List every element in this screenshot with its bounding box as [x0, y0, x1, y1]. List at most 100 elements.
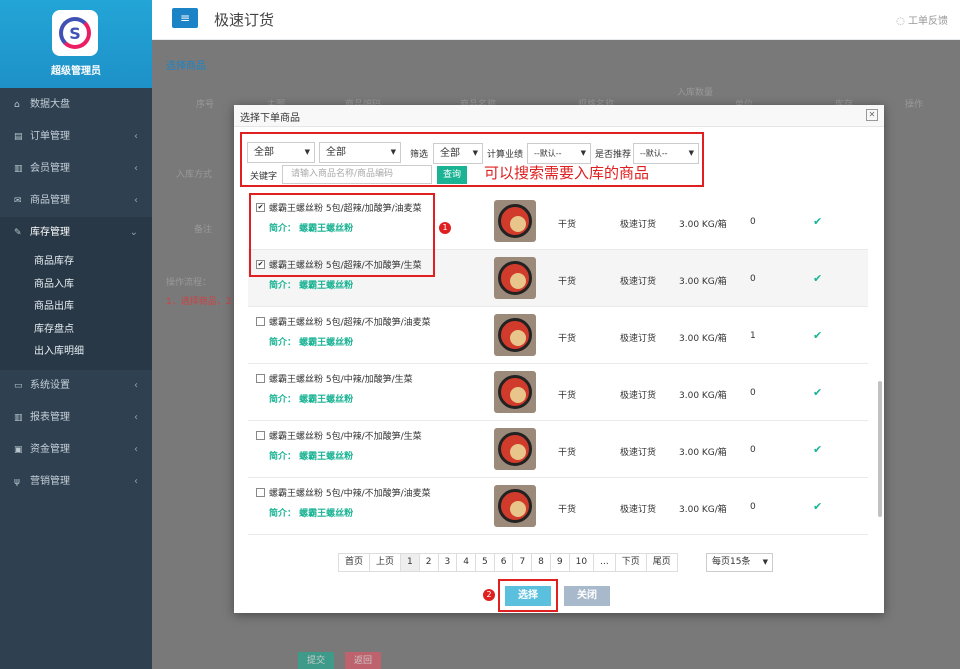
page-first[interactable]: 首页 [338, 553, 371, 572]
page-6[interactable]: 6 [493, 553, 514, 572]
row-checkbox[interactable] [256, 317, 265, 326]
edit-icon: ✎ [14, 228, 22, 238]
sidebar-item-funds[interactable]: ▣ 资金管理 ‹ [0, 434, 152, 466]
sidebar-item-members[interactable]: ▥ 会员管理 ‹ [0, 153, 152, 185]
status-check-icon: ✔ [813, 329, 823, 342]
product-channel: 极速订货 [620, 220, 657, 230]
table-row[interactable]: 螺霸王螺丝粉 5包/中辣/加酸笋/生菜 简介： 螺霸王螺丝粉 干货 极速订货 3… [248, 364, 868, 421]
product-spec: 3.00 KG/箱 [679, 334, 727, 344]
chevron-left-icon: ‹ [134, 131, 138, 142]
product-stock: 1 [750, 331, 756, 341]
modal-close-button[interactable]: ✕ [866, 109, 878, 121]
product-channel: 极速订货 [620, 448, 657, 458]
sidebar-item-orders[interactable]: ▤ 订单管理 ‹ [0, 121, 152, 153]
row-checkbox[interactable] [256, 374, 265, 383]
product-image [494, 371, 536, 413]
chevron-left-icon: ‹ [134, 379, 138, 391]
status-check-icon: ✔ [813, 215, 823, 228]
product-type: 干货 [558, 391, 577, 401]
caret-down-icon: ▼ [762, 558, 768, 566]
table-row[interactable]: 螺霸王螺丝粉 5包/中辣/不加酸笋/生菜 简介： 螺霸王螺丝粉 干货 极速订货 … [248, 421, 868, 478]
sidebar-item-dashboard[interactable]: ⌂ 数据大盘 [0, 89, 152, 121]
chevron-left-icon: ‹ [134, 475, 138, 487]
page-2[interactable]: 2 [418, 553, 439, 572]
modal-title: 选择下单商品 [240, 113, 300, 124]
page-next[interactable]: 下页 [614, 553, 647, 572]
sidebar-nav: ⌂ 数据大盘 ▤ 订单管理 ‹ ▥ 会员管理 ‹ ✉ 商品管理 ‹ ✎ 库存管理 ⌄ [0, 89, 152, 249]
pagination: 首页 上页 1 2 3 4 5 6 7 8 9 10 ... 下页 尾页 [338, 553, 678, 572]
page-3[interactable]: 3 [437, 553, 458, 572]
chevron-down-icon: ⌄ [129, 227, 138, 238]
product-type: 干货 [558, 448, 577, 458]
section-title: 选择商品 [166, 61, 206, 72]
sidebar: S 超级管理员 ⌂ 数据大盘 ▤ 订单管理 ‹ ▥ 会员管理 ‹ ✉ 商品管理 ‹ ✎ 库存管理… [0, 0, 152, 669]
menu-toggle-button[interactable]: ≡ [172, 8, 198, 28]
page-8[interactable]: 8 [531, 553, 551, 572]
per-page-select[interactable]: 每页15条 ▼ [706, 553, 773, 572]
chevron-left-icon: ‹ [134, 195, 138, 206]
col-qty: 入库数量 [677, 88, 714, 98]
page-1[interactable]: 1 [400, 553, 420, 572]
product-type: 干货 [558, 334, 577, 344]
product-brief: 简介： 螺霸王螺丝粉 [269, 338, 354, 348]
sidebar-item-settings[interactable]: ▭ 系统设置 ‹ [0, 370, 152, 402]
page-last[interactable]: 尾页 [645, 553, 678, 572]
product-brief: 简介： 螺霸王螺丝粉 [269, 395, 354, 405]
page-9[interactable]: 9 [549, 553, 570, 572]
page-prev[interactable]: 上页 [369, 553, 402, 572]
desktop-icon: ▭ [14, 380, 23, 391]
product-spec: 3.00 KG/箱 [679, 220, 727, 230]
close-icon: ✕ [868, 110, 876, 119]
page-ellipsis: ... [593, 553, 616, 572]
submenu-stocktake[interactable]: 库存盘点 [0, 319, 152, 342]
product-type: 干货 [558, 220, 577, 230]
chevron-left-icon: ‹ [134, 411, 138, 423]
table-row[interactable]: 螺霸王螺丝粉 5包/中辣/不加酸笋/油麦菜 简介： 螺霸王螺丝粉 干货 极速订货… [248, 478, 868, 535]
back-button[interactable]: 返回 [345, 652, 381, 669]
submenu-inbound[interactable]: 商品入库 [0, 274, 152, 297]
chat-icon: ◌ [896, 16, 908, 27]
product-image [494, 314, 536, 356]
product-name: 螺霸王螺丝粉 5包/中辣/不加酸笋/生菜 [269, 432, 422, 442]
product-channel: 极速订货 [620, 277, 657, 287]
hamburger-icon: ≡ [179, 11, 191, 25]
product-image [494, 257, 536, 299]
page-4[interactable]: 4 [456, 553, 476, 572]
product-stock: 0 [750, 217, 756, 227]
sidebar-item-marketing[interactable]: ψ 营销管理 ‹ [0, 466, 152, 498]
submenu-outbound[interactable]: 商品出库 [0, 296, 152, 319]
submenu-details[interactable]: 出入库明细 [0, 341, 152, 364]
sidebar-item-reports[interactable]: ▥ 报表管理 ‹ [0, 402, 152, 434]
product-stock: 0 [750, 502, 756, 512]
submit-button[interactable]: 提交 [298, 652, 334, 669]
sidebar-item-inventory[interactable]: ✎ 库存管理 ⌄ [0, 217, 152, 249]
select-product-modal: 选择下单商品 ✕ 全部 ▼ 全部 ▼ 筛选 全部 ▼ 计算业绩 --默认-- ▼ 是否推… [234, 105, 884, 613]
status-check-icon: ✔ [813, 386, 823, 399]
submenu-stock[interactable]: 商品库存 [0, 251, 152, 274]
sidebar-nav-lower: ▭ 系统设置 ‹ ▥ 报表管理 ‹ ▣ 资金管理 ‹ ψ 营销管理 ‹ [0, 370, 152, 498]
sidebar-item-products[interactable]: ✉ 商品管理 ‹ [0, 185, 152, 217]
select-highlight-box [498, 579, 558, 612]
product-brief: 简介： 螺霸王螺丝粉 [269, 452, 354, 462]
logo: S [52, 10, 98, 56]
page-7[interactable]: 7 [512, 553, 533, 572]
feedback-link[interactable]: ◌ 工单反馈 [896, 12, 948, 27]
product-channel: 极速订货 [620, 334, 657, 344]
product-channel: 极速订货 [620, 391, 657, 401]
page-5[interactable]: 5 [474, 553, 495, 572]
col-serial: 序号 [196, 100, 215, 110]
chevron-left-icon: ‹ [134, 163, 138, 174]
table-row[interactable]: 螺霸王螺丝粉 5包/超辣/不加酸笋/油麦菜 简介： 螺霸王螺丝粉 干货 极速订货… [248, 307, 868, 364]
topbar: ≡ 极速订货 ◌ 工单反馈 [152, 0, 960, 40]
product-stock: 0 [750, 274, 756, 284]
admin-label: 超级管理员 [51, 66, 101, 77]
cutlery-icon: ψ [14, 476, 20, 487]
page-10[interactable]: 10 [568, 553, 595, 572]
home-icon: ⌂ [14, 100, 20, 110]
modal-header: 选择下单商品 ✕ [234, 105, 884, 127]
row-checkbox[interactable] [256, 431, 265, 440]
close-button[interactable]: 关闭 [564, 586, 610, 606]
step-badge-2: 2 [483, 589, 495, 601]
row-checkbox[interactable] [256, 488, 265, 497]
list-scrollbar[interactable] [878, 381, 882, 517]
